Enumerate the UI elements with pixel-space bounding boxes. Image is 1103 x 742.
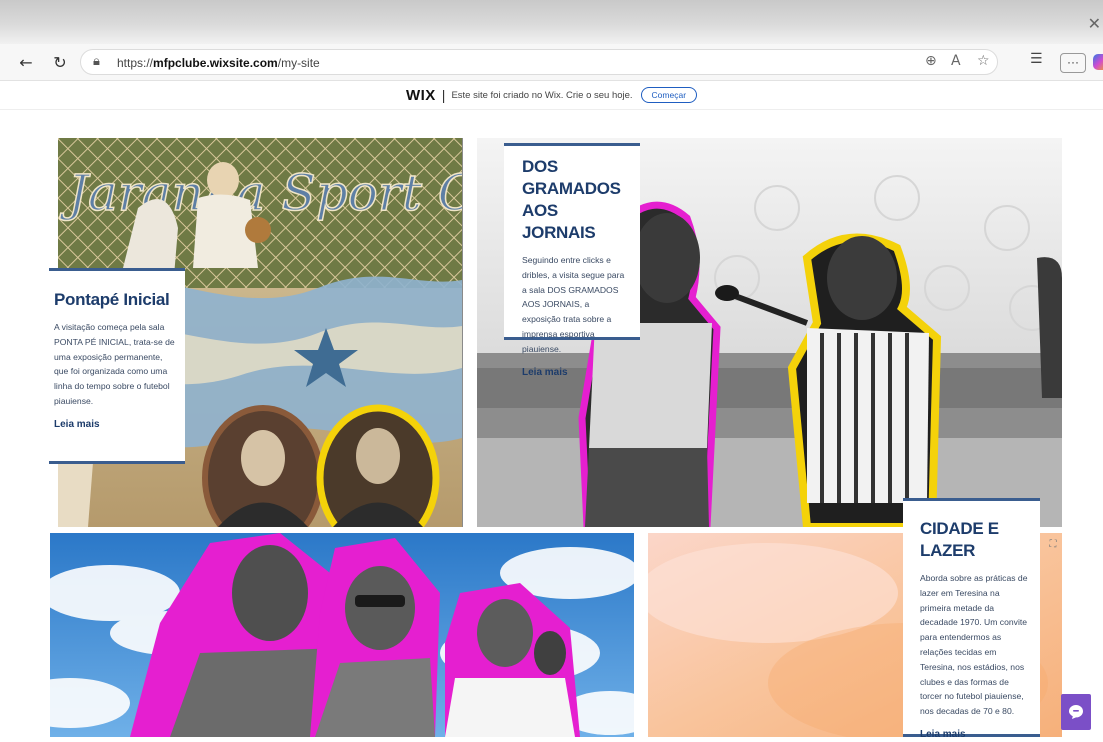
chat-button[interactable] [1061, 694, 1091, 730]
browser-toolbar: ← ↻ 🔒︎ https://mfpclube.wixsite.com/my-s… [0, 44, 1103, 81]
card-text: Seguindo entre clicks e dribles, a visit… [522, 255, 625, 354]
address-bar[interactable]: 🔒︎ https://mfpclube.wixsite.com/my-site … [80, 49, 998, 75]
banner-separator: | [441, 87, 446, 103]
back-icon[interactable]: ← [14, 50, 38, 74]
zoom-icon[interactable]: ⊕ [925, 53, 937, 69]
favorites-bar-icon[interactable]: ☰ [1030, 51, 1043, 67]
url-text[interactable]: https://mfpclube.wixsite.com/my-site [117, 56, 320, 70]
collage-image [50, 533, 634, 737]
card-title: Pontapé Inicial [54, 290, 170, 309]
card-cidade-e-lazer: CIDADE E LAZER Aborda sobre as práticas … [903, 498, 1040, 740]
chat-icon [1069, 705, 1083, 719]
banner-message: Este site foi criado no Wix. Crie o seu … [451, 89, 633, 101]
card-text: A visitação começa pela sala PONTA PÉ IN… [54, 322, 175, 406]
more-button[interactable]: ··· [1060, 53, 1086, 73]
favorite-icon[interactable]: ☆ [977, 53, 990, 69]
wix-banner: WIX | Este site foi criado no Wix. Crie … [0, 81, 1103, 110]
refresh-icon[interactable]: ↻ [48, 50, 72, 74]
close-icon[interactable]: ✕ [1088, 14, 1101, 33]
copilot-icon[interactable] [1093, 54, 1103, 70]
card-text: Aborda sobre as práticas de lazer em Ter… [920, 573, 1028, 717]
expand-icon[interactable]: ⛶ [1047, 539, 1059, 551]
svg-text:Jaranga Sport Club: Jaranga Sport Club [59, 164, 462, 222]
read-more-link[interactable]: Leia mais [54, 419, 100, 430]
browser-titlebar: ✕ [0, 0, 1103, 44]
read-aloud-icon[interactable]: A [951, 53, 961, 69]
lock-icon[interactable]: 🔒︎ [93, 54, 100, 69]
panel-divider [462, 138, 463, 527]
card-pontape-inicial: Pontapé Inicial A visitação começa pela … [49, 268, 185, 464]
read-more-link[interactable]: Leia mais [522, 367, 568, 378]
card-dos-gramados: DOS GRAMADOS AOS JORNAIS Seguindo entre … [504, 143, 640, 378]
men-collage-illustration [50, 533, 634, 737]
card-title: DOS GRAMADOS AOS JORNAIS [522, 157, 621, 242]
read-more-link[interactable]: Leia mais [920, 729, 966, 740]
wix-logo[interactable]: WIX [406, 87, 436, 104]
start-button[interactable]: Começar [640, 87, 698, 103]
card-title: CIDADE E LAZER [920, 519, 999, 560]
